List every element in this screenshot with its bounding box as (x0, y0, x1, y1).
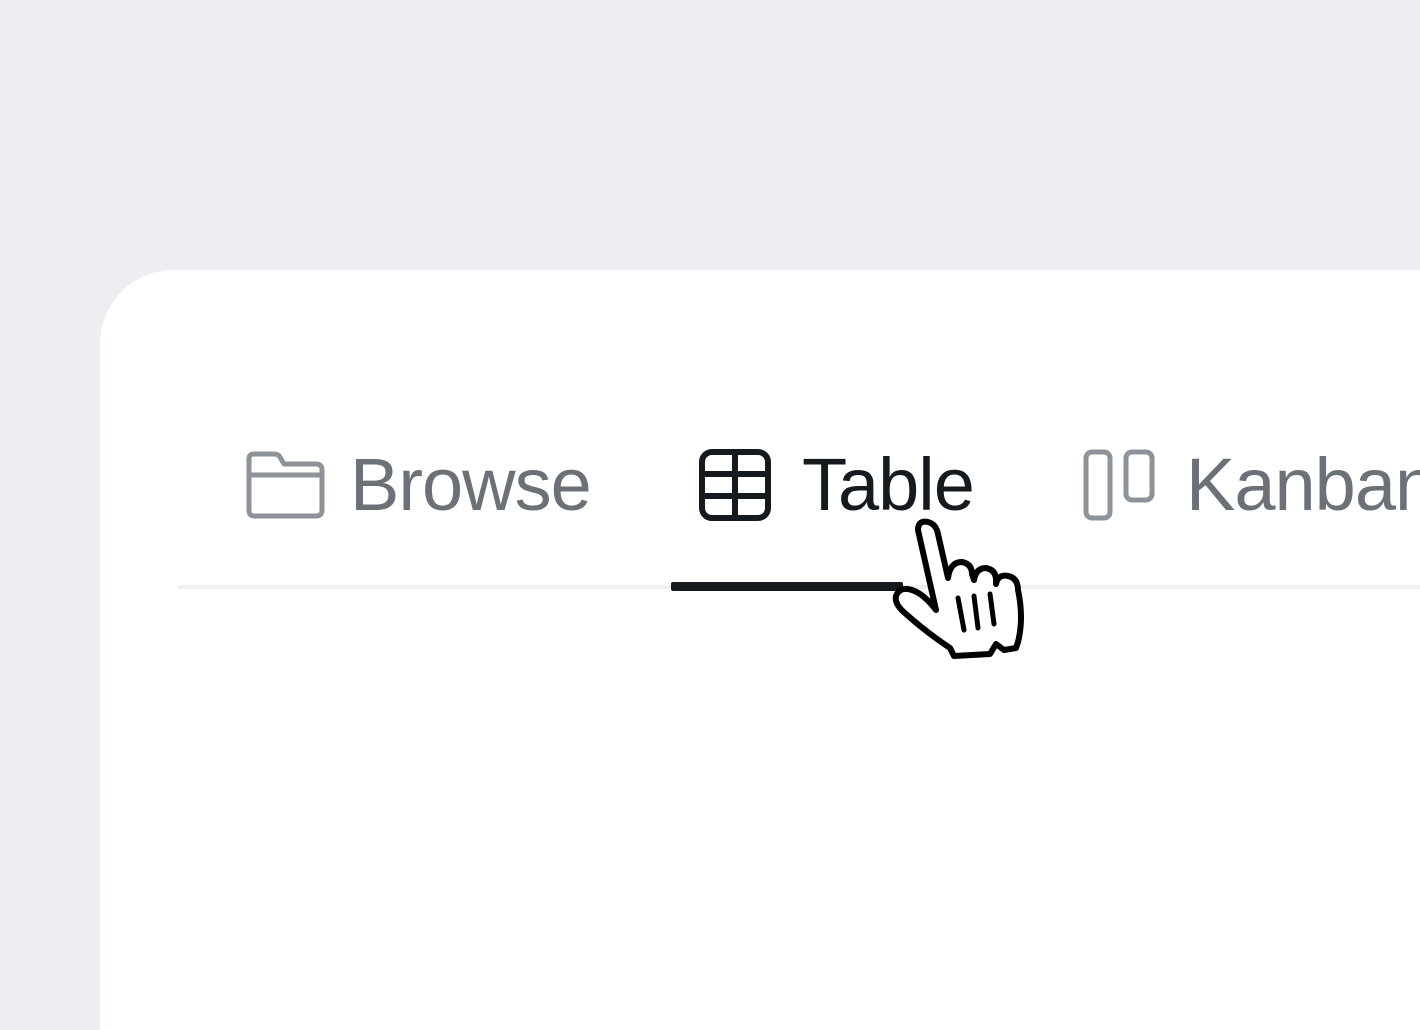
tab-kanban-label: Kanban (1186, 443, 1420, 526)
tab-kanban[interactable]: Kanban (1082, 440, 1420, 530)
active-tab-indicator (671, 582, 903, 591)
tab-browse-label: Browse (350, 443, 592, 526)
content-panel (100, 270, 1420, 1030)
folder-icon (246, 448, 326, 522)
tab-table-label: Table (802, 443, 975, 526)
kanban-columns-icon (1082, 448, 1156, 522)
tab-browse[interactable]: Browse (246, 440, 592, 530)
table-grid-icon (698, 448, 772, 522)
tab-table[interactable]: Table (698, 440, 975, 530)
view-tab-bar: Browse Table Kanban (178, 440, 1420, 592)
